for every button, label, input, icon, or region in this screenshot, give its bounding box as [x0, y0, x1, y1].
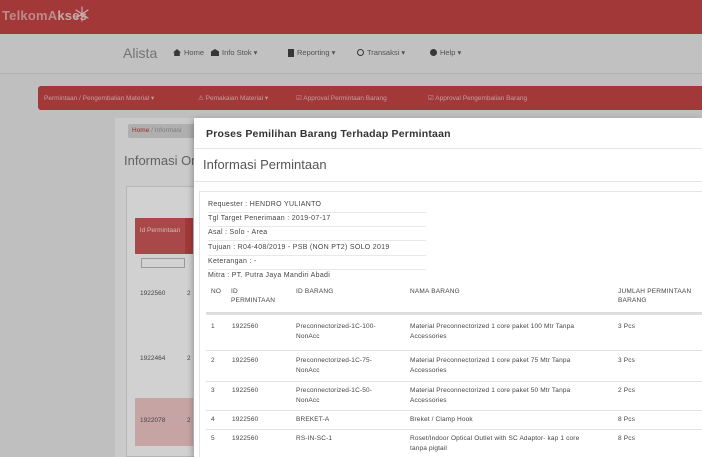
divider: [208, 212, 426, 213]
divider: [208, 226, 426, 227]
info-mitra: Mitra : PT. Putra Jaya Mandiri Abadi: [208, 272, 331, 279]
table-row[interactable]: 5 1922560 RS-IN-SC-1 Roset/Indoor Optica…: [206, 429, 702, 457]
divider: [208, 255, 426, 256]
info-requester: Requester : HENDRO YULIANTO: [208, 201, 322, 208]
modal-title: Proses Pemilihan Barang Terhadap Permint…: [206, 128, 451, 140]
modal-header: Proses Pemilihan Barang Terhadap Permint…: [194, 118, 702, 149]
items-table-header: NO ID PERMINTAAN ID BARANG NAMA BARANG J…: [206, 282, 702, 314]
divider: [208, 269, 426, 270]
info-tujuan: Tujuan : R04-408/2019 - PSB (NON PT2) SO…: [208, 244, 390, 251]
info-asal: Asal : Solo - Area: [208, 229, 268, 236]
modal-dialog: Proses Pemilihan Barang Terhadap Permint…: [194, 118, 702, 457]
th-nama-barang: NAMA BARANG: [410, 288, 460, 295]
divider: [194, 181, 702, 182]
th-jumlah: JUMLAH PERMINTAAN BARANG: [618, 288, 692, 304]
th-id-barang: ID BARANG: [296, 288, 334, 295]
table-row[interactable]: 4 1922560 BREKET-A Breket / Clamp Hook 8…: [206, 410, 702, 429]
divider: [208, 240, 426, 241]
table-row[interactable]: 1 1922560 Preconnectorized-1C-100- NonAcc…: [206, 314, 702, 350]
info-keterangan: Keterangan : -: [208, 258, 257, 265]
table-row[interactable]: 3 1922560 Preconnectorized-1C-50- NonAcc …: [206, 381, 702, 410]
table-row[interactable]: 2 1922560 Preconnectorized-1C-75- NonAcc …: [206, 350, 702, 381]
th-no: NO: [211, 288, 222, 295]
th-id-permintaan: ID PERMINTAAN: [231, 288, 276, 304]
section-title: Informasi Permintaan: [203, 157, 327, 172]
info-tgl-target: Tgl Target Penerimaan : 2019-07-17: [208, 215, 331, 222]
